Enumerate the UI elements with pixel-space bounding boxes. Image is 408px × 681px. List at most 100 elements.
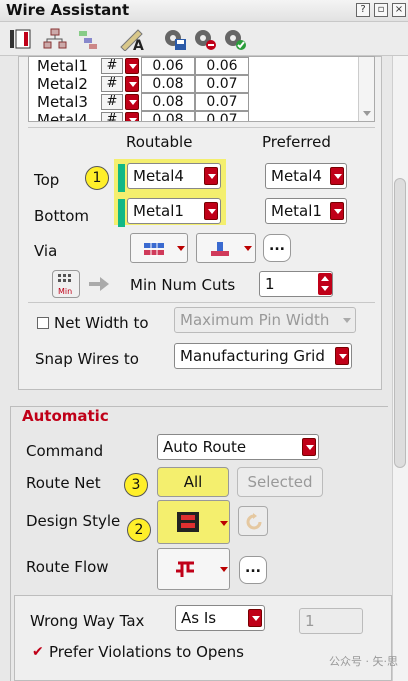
chevron-down-icon[interactable]: [244, 246, 252, 251]
bottom-routable-value: Metal1: [133, 202, 184, 220]
gear-check-icon[interactable]: [222, 27, 248, 51]
width-cell[interactable]: 0.08: [141, 93, 195, 111]
top-routable-value: Metal4: [133, 167, 184, 185]
bottom-preferred-value: Metal1: [271, 202, 322, 220]
metal-name: Metal2: [37, 75, 88, 93]
metal-name: Metal4: [37, 111, 88, 122]
chevron-down-icon[interactable]: [302, 438, 316, 456]
top-preferred-select[interactable]: Metal4: [265, 163, 347, 189]
panel-toggle-icon[interactable]: [8, 27, 34, 51]
snap-label: Snap Wires to: [35, 350, 139, 368]
command-select[interactable]: Auto Route: [157, 434, 319, 460]
table-row: Metal2 # 0.08 0.07: [29, 75, 359, 93]
checkmark-icon[interactable]: ✔: [32, 644, 44, 660]
chevron-down-icon[interactable]: [177, 246, 185, 251]
marker-2: 2: [127, 518, 151, 542]
hash-button[interactable]: #: [101, 94, 123, 110]
route-selected-button[interactable]: Selected: [237, 467, 323, 497]
hash-button[interactable]: #: [101, 58, 123, 74]
bottom-routable-select[interactable]: Metal1: [127, 198, 221, 224]
gear-stop-icon[interactable]: [192, 27, 218, 51]
metal-name: Metal1: [37, 57, 88, 75]
chevron-down-icon[interactable]: [220, 521, 228, 526]
title-bar: Wire Assistant ? ▫ ×: [0, 0, 408, 22]
spacing-cell[interactable]: 0.07: [195, 93, 249, 111]
design-style-button[interactable]: [157, 500, 230, 544]
via-more-button[interactable]: ...: [263, 234, 291, 262]
bottom-color-bar: [118, 199, 125, 227]
table-scrollbar[interactable]: [358, 57, 374, 121]
net-width-select[interactable]: Maximum Pin Width: [174, 307, 356, 333]
chevron-down-icon[interactable]: [330, 167, 344, 185]
help-icon[interactable]: ?: [356, 3, 370, 17]
chevron-down-icon[interactable]: [335, 347, 349, 365]
min-cuts-icon[interactable]: Min: [52, 270, 80, 298]
hash-button[interactable]: #: [101, 76, 123, 92]
width-cell[interactable]: 0.08: [141, 111, 195, 121]
via-label: Via: [34, 242, 58, 260]
chevron-down-icon[interactable]: [125, 58, 139, 74]
window-title: Wire Assistant: [6, 1, 130, 19]
chevron-down-icon[interactable]: [330, 202, 344, 220]
chevron-down-icon[interactable]: [204, 202, 218, 220]
top-routable-select[interactable]: Metal4: [127, 163, 221, 189]
wrong-way-select[interactable]: As Is: [175, 605, 265, 631]
hash-button[interactable]: #: [101, 112, 123, 121]
net-width-value: Maximum Pin Width: [180, 311, 330, 329]
width-cell[interactable]: 0.08: [141, 75, 195, 93]
gear-save-icon[interactable]: [162, 27, 188, 51]
wrong-way-spinbox[interactable]: 1: [299, 608, 363, 634]
chevron-down-icon[interactable]: [204, 167, 218, 185]
via-option-button[interactable]: [196, 233, 256, 263]
width-cell[interactable]: 0.06: [141, 57, 195, 75]
watermark: 公众号 · 矢·思: [329, 655, 398, 668]
route-flow-button[interactable]: [157, 548, 230, 590]
net-tree-icon[interactable]: [76, 27, 102, 51]
spacing-cell[interactable]: 0.07: [195, 75, 249, 93]
marker-3: 3: [124, 473, 148, 497]
svg-text:A: A: [133, 38, 144, 51]
net-width-checkbox[interactable]: [37, 317, 49, 329]
snap-select[interactable]: Manufacturing Grid: [174, 343, 352, 369]
wrong-way-value: As Is: [181, 609, 217, 627]
restore-icon[interactable]: ▫: [374, 3, 388, 17]
chevron-down-icon[interactable]: [125, 94, 139, 110]
top-color-bar: [118, 164, 125, 192]
route-all-button[interactable]: All: [157, 467, 229, 497]
wrong-way-label: Wrong Way Tax: [30, 612, 145, 630]
prefer-violations-label: Prefer Violations to Opens: [49, 643, 244, 661]
divider: [28, 127, 375, 128]
toolbar: A: [0, 22, 408, 65]
refresh-button[interactable]: [238, 506, 268, 536]
chevron-down-icon[interactable]: [220, 567, 228, 572]
route-net-label: Route Net: [26, 474, 101, 492]
route-flow-more-button[interactable]: ...: [239, 556, 267, 584]
chevron-down-icon[interactable]: [248, 609, 262, 627]
table-row: Metal1 # 0.06 0.06: [29, 57, 359, 75]
main-scrollbar-thumb[interactable]: [394, 178, 406, 468]
chevron-down-icon[interactable]: [125, 76, 139, 92]
arrow-right-icon: [89, 277, 109, 291]
bottom-preferred-select[interactable]: Metal1: [265, 198, 347, 224]
metal-name: Metal3: [37, 93, 88, 111]
scroll-down-icon[interactable]: [363, 111, 371, 116]
preferred-header: Preferred: [262, 133, 331, 151]
hierarchy-icon[interactable]: [42, 27, 68, 51]
top-label: Top: [34, 171, 60, 189]
chevron-down-icon[interactable]: [125, 112, 139, 121]
min-icon-label: Min: [58, 287, 73, 296]
table-row: Metal4 # 0.08 0.07: [29, 111, 359, 122]
metal-table: Metal1 # 0.06 0.06 Metal2 # 0.08 0.07 Me…: [28, 56, 375, 122]
bottom-label: Bottom: [34, 207, 90, 225]
spacing-cell[interactable]: 0.07: [195, 111, 249, 121]
chevron-down-icon[interactable]: [343, 318, 351, 323]
min-cuts-spinbox[interactable]: 1: [259, 271, 333, 297]
close-icon[interactable]: ×: [392, 3, 406, 17]
wrong-way-number: 1: [305, 612, 315, 630]
design-style-label: Design Style: [26, 512, 121, 530]
via-type-button[interactable]: [130, 233, 188, 263]
spin-arrows-icon[interactable]: [318, 273, 332, 295]
command-label: Command: [26, 442, 104, 460]
ruler-text-icon[interactable]: A: [118, 27, 144, 54]
spacing-cell[interactable]: 0.06: [195, 57, 249, 75]
